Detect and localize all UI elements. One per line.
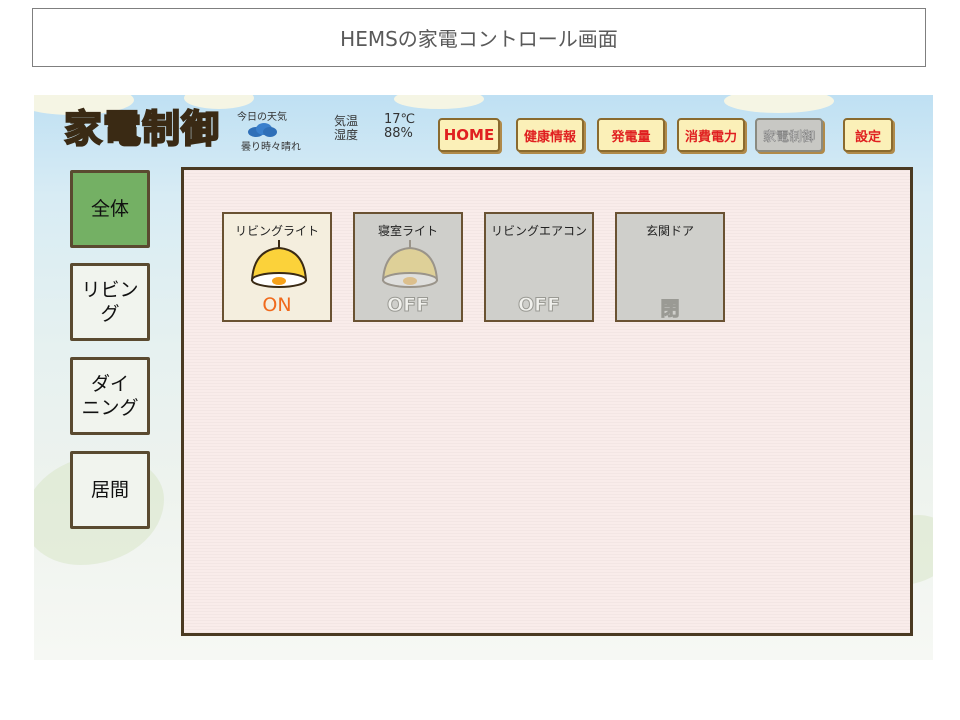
nav-consumption-button[interactable]: 消費電力 (677, 118, 745, 152)
hems-app-window: 家電制御 今日の天気 曇り時々晴れ 気温 17℃ 湿度 88% HOME 健康情… (34, 95, 933, 660)
device-name: 玄関ドア (645, 224, 694, 238)
device-state: OFF (517, 294, 561, 317)
lamp-icon (250, 240, 308, 288)
nav-health-button[interactable]: 健康情報 (516, 118, 584, 152)
background-cloud (724, 95, 834, 113)
humidity-value: 88% (384, 126, 413, 141)
lamp-icon (381, 240, 439, 288)
nav-appliance-control-button[interactable]: 家電制御 (755, 118, 823, 152)
device-state: OFF (386, 294, 430, 317)
device-entrance-door[interactable]: 玄関ドア 閉 (615, 212, 725, 322)
room-dining-button[interactable]: ダイ ニング (70, 357, 150, 435)
weather-widget: 今日の天気 曇り時々晴れ (235, 108, 319, 154)
room-hall-button[interactable]: 居間 (70, 451, 150, 529)
device-name: リビングエアコン (490, 224, 587, 238)
weather-label: 今日の天気 (237, 112, 287, 123)
device-state: ON (262, 294, 292, 316)
device-living-aircon[interactable]: リビングエアコン OFF (484, 212, 594, 322)
device-name: 寝室ライト (377, 224, 438, 238)
app-logo: 家電制御 (63, 106, 221, 152)
device-name: リビングライト (234, 224, 319, 238)
nav-home-button[interactable]: HOME (438, 118, 500, 152)
device-living-light[interactable]: リビングライト ON (222, 212, 332, 322)
device-panel: リビングライト ON 寝室ライト OFF リビングエアコン OFF 玄関ドア 閉 (181, 167, 913, 636)
background-cloud (394, 95, 484, 109)
device-state: 閉 (660, 298, 680, 321)
room-all-button[interactable]: 全体 (70, 170, 150, 248)
room-living-button[interactable]: リビング (70, 263, 150, 341)
device-bedroom-light[interactable]: 寝室ライト OFF (353, 212, 463, 322)
temperature-label: 気温 (334, 114, 359, 128)
caption-text: HEMSの家電コントロール画面 (340, 27, 618, 51)
weather-condition: 曇り時々晴れ (241, 142, 301, 153)
humidity-label: 湿度 (334, 128, 359, 142)
nav-generation-button[interactable]: 発電量 (597, 118, 665, 152)
temperature-value: 17℃ (384, 112, 416, 127)
slide-caption: HEMSの家電コントロール画面 (32, 8, 926, 67)
cloud-icon (248, 123, 277, 137)
nav-settings-button[interactable]: 設定 (843, 118, 893, 152)
